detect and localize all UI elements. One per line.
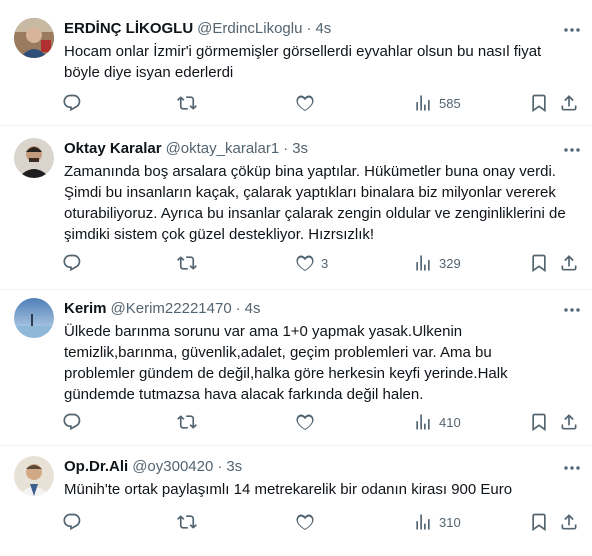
views-icon xyxy=(416,414,430,430)
reply-icon xyxy=(63,513,81,531)
views-button[interactable]: 329 xyxy=(413,253,461,273)
share-icon xyxy=(561,95,577,111)
like-button[interactable]: 3 xyxy=(295,253,328,273)
retweet-icon xyxy=(177,256,197,270)
views-icon xyxy=(416,514,430,530)
tweet[interactable]: Op.Dr.Ali @oy300420 · 3s Münih'te ortak … xyxy=(0,446,592,556)
like-icon xyxy=(296,514,314,530)
bookmark-button[interactable] xyxy=(529,512,549,532)
more-icon[interactable] xyxy=(562,300,582,320)
display-name[interactable]: Op.Dr.Ali xyxy=(64,458,128,475)
reply-button[interactable] xyxy=(62,93,82,113)
bookmark-icon xyxy=(532,513,546,532)
avatar[interactable] xyxy=(14,18,54,58)
tweet-header: Kerim @Kerim22221470 · 4s xyxy=(64,298,261,318)
avatar[interactable] xyxy=(14,138,54,178)
tweet-header: ERDİNÇ LİKOGLU @ErdincLikoglu · 4s xyxy=(64,18,331,38)
display-name[interactable]: ERDİNÇ LİKOGLU xyxy=(64,20,193,37)
more-icon[interactable] xyxy=(562,458,582,478)
views-icon xyxy=(416,255,430,271)
view-count: 310 xyxy=(439,514,461,530)
reply-icon xyxy=(63,94,81,112)
like-icon xyxy=(296,255,314,271)
retweet-button[interactable] xyxy=(177,93,197,113)
retweet-button[interactable] xyxy=(177,512,197,532)
separator: · xyxy=(306,19,312,37)
avatar[interactable] xyxy=(14,298,54,338)
share-button[interactable] xyxy=(559,253,579,273)
share-button[interactable] xyxy=(559,412,579,432)
retweet-button[interactable] xyxy=(177,412,197,432)
display-name[interactable]: Oktay Karalar xyxy=(64,140,162,157)
tweet-text: Ülkede barınma sorunu var ama 1+0 yapmak… xyxy=(64,323,508,403)
like-button[interactable] xyxy=(295,93,321,113)
action-bar: 3 329 xyxy=(54,251,586,275)
bookmark-button[interactable] xyxy=(529,253,549,273)
like-icon xyxy=(296,414,314,430)
timestamp[interactable]: 4s xyxy=(315,20,331,37)
share-icon xyxy=(561,514,577,530)
display-name[interactable]: Kerim xyxy=(64,300,107,317)
separator: · xyxy=(283,139,289,157)
user-handle[interactable]: @Kerim22221470 xyxy=(111,300,232,317)
share-icon xyxy=(561,255,577,271)
action-bar: 410 xyxy=(54,410,586,434)
reply-button[interactable] xyxy=(62,512,82,532)
action-bar: 585 xyxy=(54,91,586,115)
tweet[interactable]: ERDİNÇ LİKOGLU @ErdincLikoglu · 4s Hocam… xyxy=(0,0,592,126)
view-count: 585 xyxy=(439,95,461,111)
tweet[interactable]: Oktay Karalar @oktay_karalar1 · 3s Zaman… xyxy=(0,126,592,290)
tweet-text: Münih'te ortak paylaşımlı 14 metrekareli… xyxy=(64,481,513,498)
like-button[interactable] xyxy=(295,412,321,432)
view-count: 329 xyxy=(439,255,461,271)
more-icon[interactable] xyxy=(562,20,582,40)
reply-icon xyxy=(63,413,81,431)
views-button[interactable]: 410 xyxy=(413,412,461,432)
share-button[interactable] xyxy=(559,93,579,113)
retweet-button[interactable] xyxy=(177,253,197,273)
reply-button[interactable] xyxy=(62,253,82,273)
retweet-icon xyxy=(177,415,197,429)
views-icon xyxy=(416,95,430,111)
more-icon[interactable] xyxy=(562,140,582,160)
reply-icon xyxy=(63,254,81,272)
bookmark-icon xyxy=(532,254,546,273)
user-handle[interactable]: @oy300420 xyxy=(132,458,213,475)
reply-button[interactable] xyxy=(62,412,82,432)
like-count: 3 xyxy=(321,255,329,271)
action-bar: 310 xyxy=(54,510,586,534)
timestamp[interactable]: 3s xyxy=(292,140,308,157)
avatar[interactable] xyxy=(14,456,54,496)
views-button[interactable]: 585 xyxy=(413,93,461,113)
share-button[interactable] xyxy=(559,512,579,532)
share-icon xyxy=(561,414,577,430)
tweet-text: Zamanında boş arsalara çöküp bina yaptıl… xyxy=(64,163,566,243)
user-handle[interactable]: @ErdincLikoglu xyxy=(197,20,302,37)
separator: · xyxy=(217,457,223,475)
tweet-text: Hocam onlar İzmir'i görmemişler görselle… xyxy=(64,43,542,81)
bookmark-button[interactable] xyxy=(529,412,549,432)
separator: · xyxy=(235,299,241,317)
view-count: 410 xyxy=(439,414,461,430)
like-button[interactable] xyxy=(295,512,321,532)
timestamp[interactable]: 4s xyxy=(245,300,261,317)
views-button[interactable]: 310 xyxy=(413,512,461,532)
timestamp[interactable]: 3s xyxy=(226,458,242,475)
like-icon xyxy=(296,95,314,111)
retweet-icon xyxy=(177,515,197,529)
bookmark-icon xyxy=(532,94,546,113)
user-handle[interactable]: @oktay_karalar1 xyxy=(166,140,280,157)
tweet-header: Op.Dr.Ali @oy300420 · 3s xyxy=(64,456,242,476)
tweet-header: Oktay Karalar @oktay_karalar1 · 3s xyxy=(64,138,308,158)
tweet[interactable]: Kerim @Kerim22221470 · 4s Ülkede barınma… xyxy=(0,290,592,446)
bookmark-button[interactable] xyxy=(529,93,549,113)
retweet-icon xyxy=(177,96,197,110)
bookmark-icon xyxy=(532,413,546,432)
